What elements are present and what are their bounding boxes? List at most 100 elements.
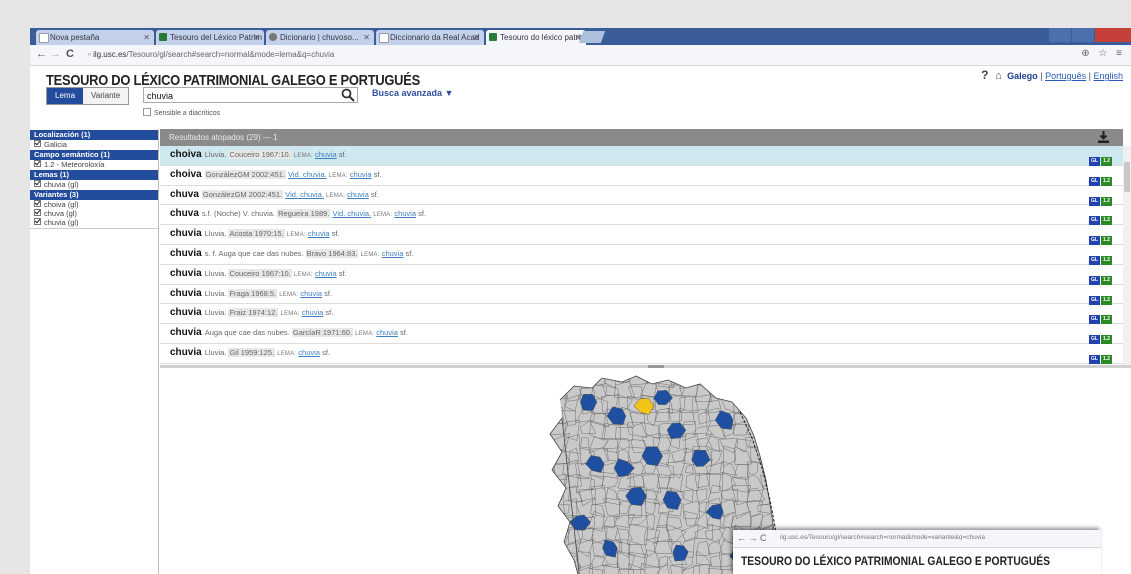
municipality[interactable] (771, 399, 780, 411)
municipality[interactable] (770, 407, 780, 427)
result-row[interactable]: chuva GonzálezGM 2002:451. Vid. chuvia. L… (160, 186, 1123, 206)
municipality[interactable] (540, 434, 552, 450)
source-ref[interactable]: Gil 1959:125. (228, 347, 276, 357)
mode-lema-button[interactable]: Lema (47, 88, 84, 104)
badge-semantic[interactable]: 1.2 (1101, 354, 1112, 364)
close-window-button[interactable] (1095, 28, 1131, 42)
facet-item[interactable]: 1.2 - Meteoroloxía (30, 160, 158, 169)
result-row[interactable]: chuvia Lluvia. Fraga 1968:5. LEMA: chuvia… (160, 285, 1123, 305)
diacritics-checkbox[interactable] (143, 108, 151, 116)
municipality[interactable] (732, 372, 747, 385)
municipality[interactable] (540, 396, 556, 413)
municipality[interactable] (719, 382, 739, 400)
municipality[interactable] (704, 372, 724, 389)
municipality[interactable] (770, 472, 780, 490)
municipality[interactable] (718, 372, 736, 389)
facet-item[interactable]: Galicia (30, 140, 158, 149)
inset-url[interactable]: ilg.usc.es/Tesouro/gl/search#search=norm… (780, 534, 985, 541)
lema-link[interactable]: chuvia (302, 308, 324, 317)
source-ref[interactable]: Regueira 1989. (277, 209, 331, 219)
lang-portugues[interactable]: Português (1045, 71, 1086, 81)
new-tab-button[interactable] (578, 31, 606, 43)
badge-gl[interactable]: GL (1089, 354, 1100, 364)
badge-gl[interactable]: GL (1089, 295, 1100, 305)
checkbox-checked-icon[interactable] (34, 180, 41, 187)
badge-semantic[interactable]: 1.2 (1101, 335, 1112, 345)
badge-gl[interactable]: GL (1089, 236, 1100, 246)
checkbox-checked-icon[interactable] (34, 140, 41, 147)
municipality[interactable] (770, 488, 780, 506)
facet-item[interactable]: chuvia (gl) (30, 180, 158, 189)
municipality[interactable] (552, 540, 565, 557)
source-ref[interactable]: GonzálezGM 2002:451. (201, 189, 284, 199)
forward-arrow-icon[interactable]: → (50, 48, 61, 60)
tab-diccionario-real[interactable]: Diccionario da Real Acad ✕ (376, 30, 484, 45)
municipality[interactable] (643, 372, 657, 384)
lema-link[interactable]: chuvia (350, 170, 372, 179)
municipality[interactable] (540, 383, 553, 402)
municipality[interactable] (540, 567, 557, 574)
source-ref[interactable]: GonzálezGM 2002:451. (204, 169, 286, 179)
municipality[interactable] (763, 458, 778, 476)
tab-dicionario[interactable]: Dicionario | chuvoso... ✕ (266, 30, 374, 45)
vid-link[interactable]: Vid. chuvia. (285, 190, 324, 199)
municipality[interactable] (748, 406, 764, 428)
badge-semantic[interactable]: 1.2 (1101, 216, 1112, 226)
tab-tesouro-lexico[interactable]: Tesouro del Léxico Patrim ✕ (156, 30, 264, 45)
advanced-search-link[interactable]: Busca avanzada ▼ (372, 88, 453, 98)
close-icon[interactable]: ✕ (363, 30, 370, 45)
result-row[interactable]: chuvia Lluvia. Couceiro 1967:10. LEMA: ch… (160, 265, 1123, 285)
municipality[interactable] (775, 425, 780, 440)
download-icon[interactable] (1098, 131, 1109, 143)
municipality[interactable] (773, 499, 780, 515)
result-row[interactable]: chuvia Auga que cae das nubes. GarcíaR 19… (160, 324, 1123, 345)
municipality[interactable] (540, 541, 555, 558)
municipality[interactable] (550, 567, 568, 574)
source-ref[interactable]: Couceiro 1967:10. (228, 268, 292, 278)
municipality[interactable] (770, 372, 780, 389)
source-ref[interactable]: Acosta 1970:15. (228, 229, 285, 239)
result-row[interactable]: chuvia s. f. Auga que cae das nubes. Brav… (160, 245, 1123, 265)
badge-semantic[interactable]: 1.2 (1101, 315, 1112, 325)
badge-semantic[interactable]: 1.2 (1101, 196, 1112, 206)
badge-gl[interactable]: GL (1089, 335, 1100, 345)
badge-gl[interactable]: GL (1089, 196, 1100, 206)
badge-gl[interactable]: GL (1089, 315, 1100, 325)
source-ref[interactable]: Fraiz 1974:12. (228, 308, 279, 318)
reload-icon[interactable]: C (66, 48, 74, 60)
badge-semantic[interactable]: 1.2 (1101, 255, 1112, 265)
mode-variante-button[interactable]: Variante (83, 88, 129, 104)
municipality[interactable] (540, 524, 556, 545)
facet-item[interactable]: choiva (gl) (30, 200, 158, 209)
municipality[interactable] (746, 372, 763, 383)
municipality[interactable] (757, 407, 777, 428)
municipality[interactable] (759, 450, 776, 466)
scrollbar-thumb[interactable] (1124, 162, 1130, 192)
result-row[interactable]: chuvia Lluvia. Fraiz 1974:12. LEMA: chuvi… (160, 304, 1123, 325)
municipality[interactable] (540, 512, 554, 531)
municipality[interactable] (759, 372, 774, 389)
municipality[interactable] (542, 552, 556, 566)
municipality[interactable] (552, 512, 565, 531)
result-row[interactable]: chuvia Lluvia. Gil 1959:125. LEMA: chuvia… (160, 344, 1123, 364)
facet-item[interactable]: chuvia (gl) (30, 218, 158, 227)
municipality[interactable] (757, 432, 778, 453)
lang-galego[interactable]: Galego (1007, 71, 1038, 81)
municipality[interactable] (540, 484, 555, 502)
lema-link[interactable]: chuvia (382, 249, 404, 258)
municipality[interactable] (540, 372, 553, 389)
source-ref[interactable]: Fraga 1968:5. (228, 288, 278, 298)
lema-link[interactable]: chuvia (308, 229, 330, 238)
search-icon[interactable] (341, 88, 355, 102)
municipality[interactable] (759, 394, 775, 416)
municipality[interactable] (540, 499, 553, 518)
url-field[interactable]: ▫ ilg.usc.es/Tesouro/gl/search#search=no… (88, 48, 1078, 61)
results-scrollbar[interactable] (1123, 146, 1131, 365)
search-input[interactable]: chuvia (143, 87, 358, 103)
checkbox-checked-icon[interactable] (34, 160, 41, 167)
municipality[interactable] (744, 398, 762, 413)
municipality[interactable] (540, 472, 553, 493)
badge-semantic[interactable]: 1.2 (1101, 157, 1112, 166)
close-icon[interactable]: ✕ (473, 30, 480, 45)
lema-link[interactable]: chuvia (376, 328, 398, 337)
